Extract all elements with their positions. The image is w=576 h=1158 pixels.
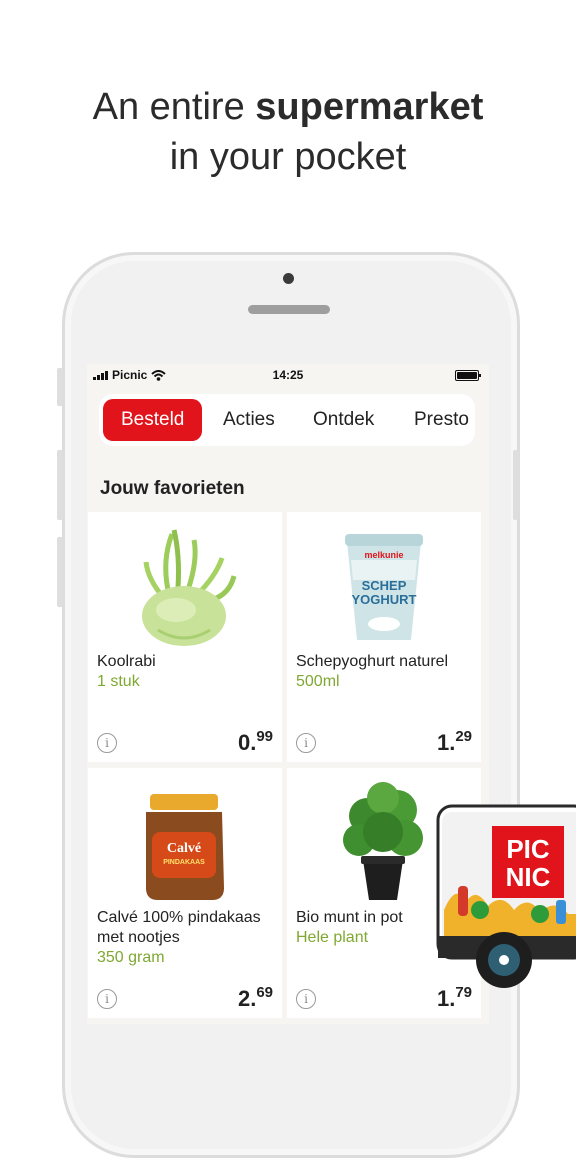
- clock: 14:25: [272, 368, 304, 382]
- yoghurt-brand-text: melkunie: [364, 550, 403, 560]
- picnic-logo-line2: NIC: [506, 862, 551, 892]
- tab-acties[interactable]: Acties: [223, 399, 275, 441]
- yoghurt-label-line1: SCHEP: [362, 578, 407, 593]
- price-cents: 69: [256, 984, 273, 1001]
- yoghurt-label-line2: YOGHURT: [352, 592, 417, 607]
- yoghurt-image: melkunie SCHEP YOGHURT: [345, 534, 423, 640]
- tab-presto[interactable]: Presto: [414, 399, 469, 441]
- status-bar: Picnic 14:25: [87, 364, 489, 388]
- product-name: Koolrabi 1 stuk: [97, 652, 277, 692]
- price-euros: 1.: [436, 730, 456, 755]
- product-card-pindakaas[interactable]: Calvé PINDAKAAS Calvé 100% pindakaas met…: [88, 768, 282, 1018]
- price-cents: 99: [256, 728, 273, 745]
- product-name: Calvé 100% pindakaas met nootjes 350 gra…: [97, 908, 277, 968]
- product-card-koolrabi[interactable]: Koolrabi 1 stuk i 0.99: [88, 512, 282, 762]
- product-title: Schepyoghurt naturel: [296, 653, 449, 670]
- info-icon[interactable]: i: [296, 733, 316, 753]
- product-name: Schepyoghurt naturel 500ml: [296, 652, 476, 692]
- kohlrabi-image: [142, 529, 237, 646]
- jar-brand-text: Calvé: [167, 841, 201, 856]
- picnic-truck-illustration: PIC NIC: [436, 804, 576, 988]
- phone-volume-down: [57, 537, 63, 607]
- product-price: 1.29: [437, 728, 472, 756]
- picnic-logo-line1: PIC: [506, 834, 550, 864]
- headline-bold: supermarket: [255, 86, 484, 128]
- headline-prefix: An entire: [92, 86, 256, 128]
- phone-volume-up: [57, 450, 63, 520]
- info-icon[interactable]: i: [97, 989, 117, 1009]
- tab-besteld[interactable]: Besteld: [103, 399, 203, 441]
- tab-ontdek[interactable]: Ontdek: [313, 399, 374, 441]
- product-title: Koolrabi: [97, 653, 156, 670]
- info-icon[interactable]: i: [296, 989, 316, 1009]
- jar-label-text: PINDAKAAS: [163, 859, 205, 866]
- headline: An entire supermarket in your pocket: [0, 82, 576, 182]
- product-price: 0.99: [238, 728, 273, 756]
- earpiece-speaker: [248, 305, 330, 314]
- product-title: Calvé 100% pindakaas met nootjes: [97, 909, 261, 946]
- product-unit: 350 gram: [97, 949, 165, 966]
- price-euros: 2.: [237, 986, 257, 1011]
- headline-line2: in your pocket: [169, 136, 407, 178]
- section-title: Jouw favorieten: [100, 478, 245, 499]
- info-icon[interactable]: i: [97, 733, 117, 753]
- phone-power-button: [513, 450, 519, 520]
- price-euros: 0.: [237, 730, 257, 755]
- peanut-butter-image: Calvé PINDAKAAS: [146, 794, 224, 900]
- product-price: 2.69: [238, 984, 273, 1012]
- product-unit: 500ml: [296, 673, 340, 690]
- tab-bar: Besteld Acties Ontdek Presto: [99, 394, 475, 446]
- battery-icon: [455, 370, 481, 381]
- front-camera: [283, 273, 294, 284]
- product-card-schepyoghurt[interactable]: melkunie SCHEP YOGHURT Schepyoghurt natu…: [287, 512, 481, 762]
- product-title: Bio munt in pot: [296, 909, 403, 926]
- price-cents: 29: [455, 728, 472, 745]
- app-screen: Picnic 14:25 Besteld Acties Ontdek Prest…: [87, 364, 489, 1024]
- phone-mute-switch: [57, 368, 63, 406]
- product-unit: 1 stuk: [97, 673, 140, 690]
